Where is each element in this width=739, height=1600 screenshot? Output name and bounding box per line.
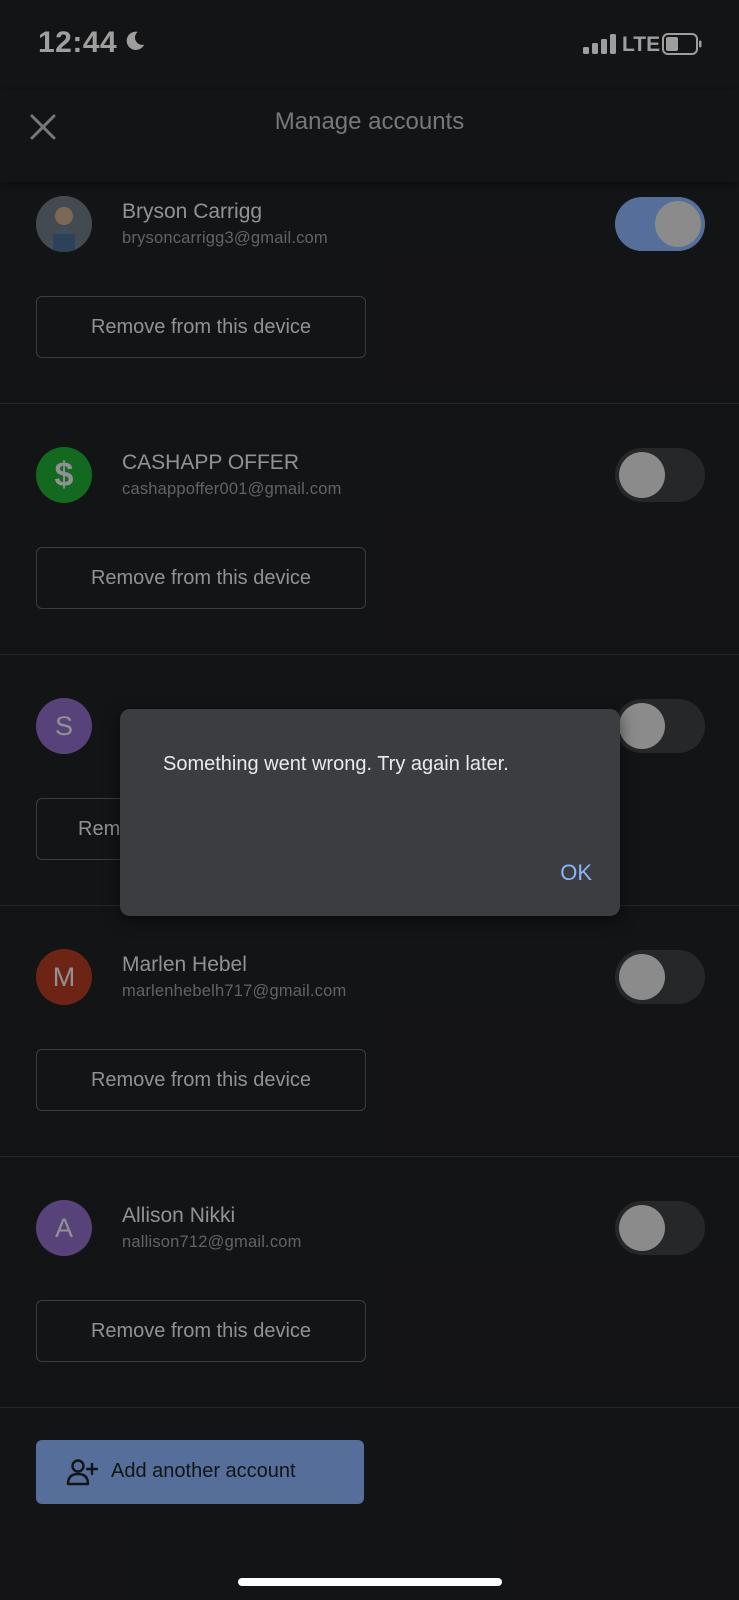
account-email: marlenhebelh717@gmail.com [122, 982, 347, 1000]
account-header: A Allison Nikki nallison712@gmail.com [36, 1200, 705, 1256]
account-name: Allison Nikki [122, 1204, 236, 1227]
add-account-label: Add another account [111, 1460, 296, 1482]
remove-from-device-button[interactable]: Remove from this device [36, 547, 366, 609]
remove-from-device-button[interactable]: Remove from this device [36, 1300, 366, 1362]
remove-from-device-button[interactable]: Remove from this device [36, 296, 366, 358]
error-dialog: Something went wrong. Try again later. O… [120, 709, 620, 916]
profile-photo-icon [36, 196, 92, 252]
avatar-letter: A [54, 1212, 73, 1243]
network-label: LTE [622, 33, 661, 56]
account-toggle[interactable] [615, 1201, 705, 1255]
status-time: 12:44 [38, 26, 118, 59]
account-header: Bryson Carrigg brysoncarrigg3@gmail.com [36, 196, 705, 252]
account-item: M Marlen Hebel marlenhebelh717@gmail.com… [0, 906, 739, 1157]
avatar: A [36, 1200, 92, 1256]
toggle-knob [619, 954, 665, 1000]
toggle-knob [655, 201, 701, 247]
account-item: A Allison Nikki nallison712@gmail.com Re… [0, 1157, 739, 1408]
account-name: Marlen Hebel [122, 953, 247, 976]
status-bar: 12:44 LTE [0, 0, 739, 90]
toggle-knob [619, 703, 665, 749]
signal-icon [583, 34, 619, 54]
remove-from-device-button[interactable]: Remove from this device [36, 1049, 366, 1111]
home-indicator[interactable] [238, 1578, 502, 1586]
avatar-letter: $ [54, 455, 74, 494]
account-email: nallison712@gmail.com [122, 1233, 302, 1251]
toggle-knob [619, 1205, 665, 1251]
battery-icon [662, 33, 702, 55]
account-name: CASHAPP OFFER [122, 451, 299, 474]
remove-button-label: Rem [78, 817, 121, 840]
account-header: $ CASHAPP OFFER cashappoffer001@gmail.co… [36, 447, 705, 503]
ok-button[interactable]: OK [560, 860, 592, 886]
avatar: $ [36, 447, 92, 503]
moon-icon [126, 31, 145, 50]
dialog-message: Something went wrong. Try again later. [163, 753, 509, 775]
account-item: Bryson Carrigg brysoncarrigg3@gmail.com … [0, 182, 739, 404]
account-header: M Marlen Hebel marlenhebelh717@gmail.com [36, 949, 705, 1005]
app-header: Manage accounts [0, 90, 739, 182]
account-toggle[interactable] [615, 699, 705, 753]
avatar-letter: M [52, 961, 76, 992]
avatar: S [36, 698, 92, 754]
account-item: $ CASHAPP OFFER cashappoffer001@gmail.co… [0, 404, 739, 655]
add-another-account-button[interactable]: Add another account [36, 1440, 364, 1504]
avatar-letter: S [54, 710, 73, 741]
toggle-knob [619, 452, 665, 498]
page-title: Manage accounts [274, 108, 465, 135]
account-toggle[interactable] [615, 950, 705, 1004]
account-toggle[interactable] [615, 197, 705, 251]
avatar [36, 196, 92, 252]
account-email: cashappoffer001@gmail.com [122, 480, 342, 498]
account-toggle[interactable] [615, 448, 705, 502]
avatar: M [36, 949, 92, 1005]
account-name: Bryson Carrigg [122, 200, 263, 223]
account-email: brysoncarrigg3@gmail.com [122, 229, 328, 247]
person-add-icon [66, 1459, 98, 1486]
